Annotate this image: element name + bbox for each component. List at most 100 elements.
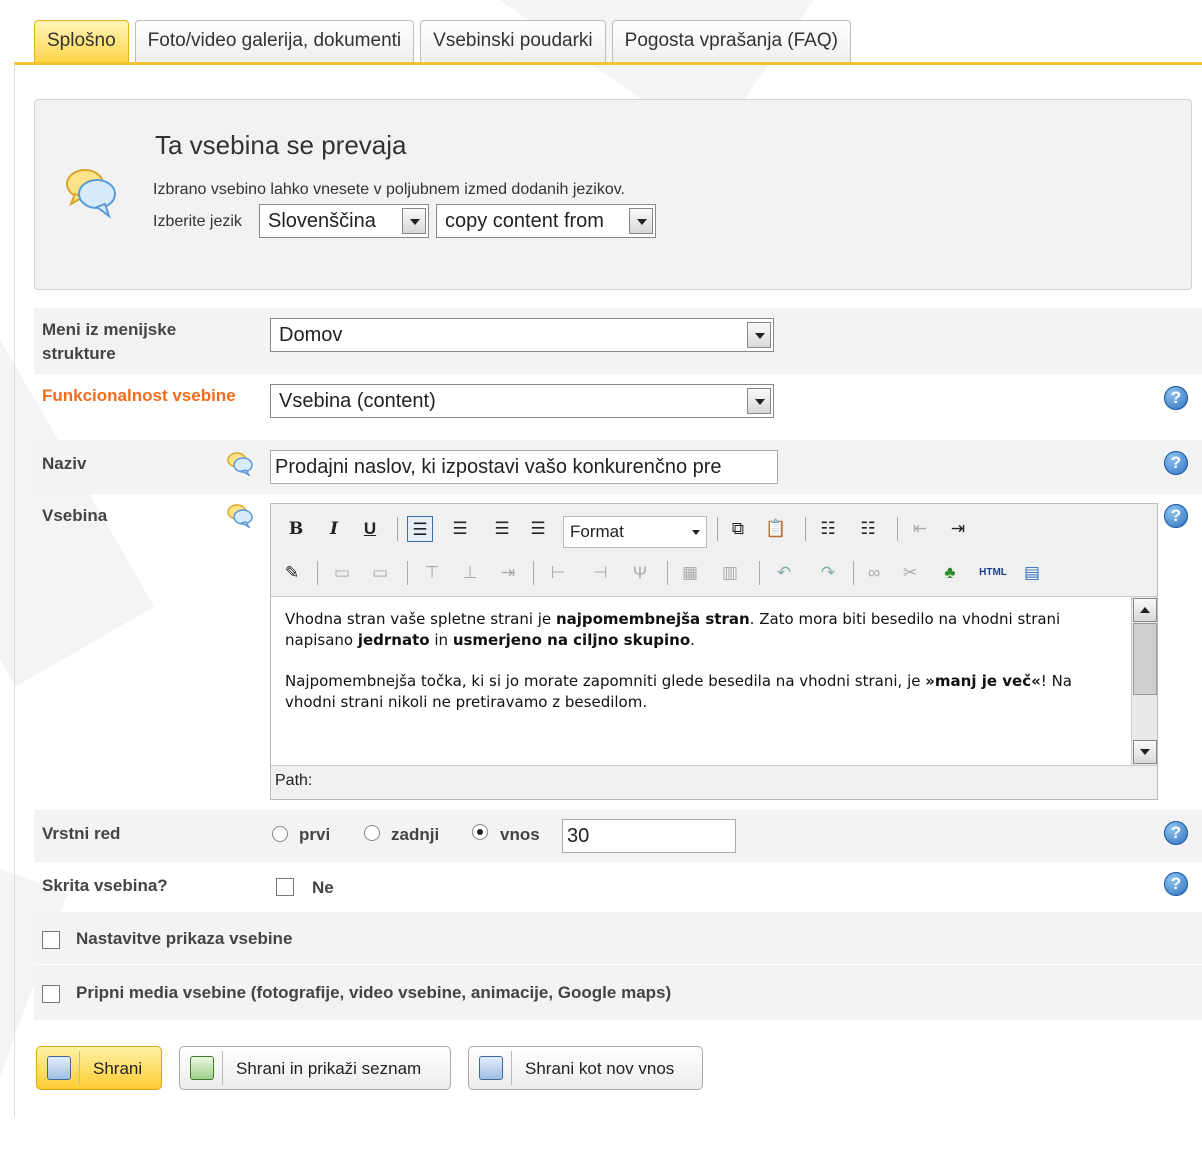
numbered-list-icon[interactable]: ☷ — [855, 516, 881, 542]
split-cells-icon[interactable]: ▦ — [677, 560, 703, 586]
link-icon[interactable]: ∞ — [861, 560, 887, 586]
copy-icon[interactable]: ⧉ — [725, 516, 751, 542]
chevron-down-icon — [747, 322, 771, 348]
insert-row-before-icon[interactable]: ⊤ — [419, 560, 445, 586]
undo-icon[interactable]: ↶ — [771, 560, 797, 586]
format-select[interactable]: Format — [563, 516, 707, 548]
hidden-label: Skrita vsebina? — [42, 876, 168, 895]
attach-media-checkbox[interactable] — [42, 985, 60, 1003]
scroll-up-icon[interactable] — [1133, 598, 1157, 622]
hidden-row: Skrita vsebina? Ne ? — [34, 862, 1202, 912]
bullet-list-icon[interactable]: ☷ — [815, 516, 841, 542]
translate-bubble-icon — [227, 504, 253, 528]
format-select-value: Format — [570, 522, 624, 541]
language-select-value: Slovenščina — [268, 210, 376, 232]
title-input[interactable]: Prodajni naslov, ki izpostavi vašo konku… — [270, 450, 778, 484]
editor-toolbar-2: ✎ ▭ ▭ ⊤ ⊥ ⇥ ⊢ ⊣ Ψ ▦ ▥ ↶ ↷ ∞ ✂ ♣ HTML ▤ — [271, 554, 1157, 594]
chevron-down-icon — [692, 530, 700, 535]
order-last-label: zadnji — [391, 825, 440, 844]
scroll-thumb[interactable] — [1133, 623, 1157, 695]
translation-panel: Ta vsebina se prevaja Izbrano vsebino la… — [34, 99, 1192, 290]
order-entry-label: vnos — [500, 825, 540, 844]
editor-content-area[interactable]: Vhodna stran vaše spletne strani je najp… — [271, 596, 1157, 766]
underline-button[interactable]: U — [357, 516, 383, 542]
outdent-icon[interactable]: ⇤ — [907, 516, 933, 542]
save-as-new-button[interactable]: Shrani kot nov vnos — [468, 1046, 703, 1090]
hidden-option-label: Ne — [312, 878, 334, 897]
content-label: Vsebina — [42, 506, 108, 525]
tab-gallery[interactable]: Foto/video galerija, dokumenti — [134, 20, 415, 62]
order-label: Vrstni red — [42, 824, 121, 843]
help-icon[interactable]: ? — [1164, 451, 1188, 475]
functionality-select[interactable]: Vsebina (content) — [270, 384, 774, 418]
order-first-label: prvi — [299, 825, 331, 844]
align-right-button[interactable]: ☰ — [489, 516, 515, 542]
order-input[interactable]: 30 — [562, 819, 736, 853]
scroll-down-icon[interactable] — [1133, 740, 1157, 764]
save-button[interactable]: Shrani — [36, 1046, 162, 1090]
language-select[interactable]: Slovenščina — [259, 204, 429, 238]
save-and-list-label: Shrani in prikaži seznam — [236, 1059, 422, 1078]
chevron-down-icon — [402, 208, 426, 234]
menu-select-value: Domov — [279, 324, 343, 346]
attach-media-row: Pripni media vsebine (fotografije, video… — [34, 964, 1202, 1020]
menu-label: Meni iz menijske strukture — [42, 320, 177, 363]
copy-content-select[interactable]: copy content from — [436, 204, 656, 238]
functionality-row: Funkcionalnost vsebine Vsebina (content)… — [34, 374, 1202, 440]
order-last-radio[interactable] — [364, 825, 380, 841]
bold-button[interactable]: B — [283, 516, 309, 542]
help-icon[interactable]: ? — [1164, 504, 1188, 528]
align-left-button[interactable]: ☰ — [407, 516, 433, 542]
display-settings-label: Nastavitve prikaza vsebine — [76, 929, 293, 948]
order-entry-radio[interactable] — [472, 824, 488, 840]
paste-text-icon[interactable]: 📋 — [763, 516, 789, 542]
editor-paragraph-1: Vhodna stran vaše spletne strani je najp… — [285, 610, 1061, 649]
align-justify-button[interactable]: ☰ — [525, 516, 551, 542]
indent-icon[interactable]: ⇥ — [945, 516, 971, 542]
floppy-disk-icon — [479, 1056, 503, 1080]
redo-icon[interactable]: ↷ — [815, 560, 841, 586]
merge-cells-icon[interactable]: ▥ — [717, 560, 743, 586]
translate-bubble-icon — [227, 452, 253, 476]
tab-highlights[interactable]: Vsebinski poudarki — [420, 20, 606, 62]
editor-path: Path: — [275, 772, 313, 789]
functionality-select-value: Vsebina (content) — [279, 390, 436, 412]
delete-row-icon[interactable]: ⇥ — [495, 560, 521, 586]
title-label: Naziv — [42, 454, 87, 473]
table-cell-props-icon[interactable]: ▭ — [367, 560, 393, 586]
editor-paragraph-2: Najpomembnejša točka, ki si jo morate za… — [285, 672, 1072, 711]
align-center-button[interactable]: ☰ — [447, 516, 473, 542]
hidden-checkbox[interactable] — [276, 878, 294, 896]
insert-col-before-icon[interactable]: ⊢ — [545, 560, 571, 586]
order-row: Vrstni red prvi zadnji vnos 30 ? — [34, 810, 1202, 862]
title-row: Naziv Prodajni naslov, ki izpostavi vašo… — [34, 440, 1202, 494]
save-and-list-button[interactable]: Shrani in prikaži seznam — [179, 1046, 451, 1090]
help-icon[interactable]: ? — [1164, 872, 1188, 896]
functionality-label: Funkcionalnost vsebine — [42, 386, 236, 405]
menu-row: Meni iz menijske strukture Domov — [34, 308, 1202, 374]
display-settings-checkbox[interactable] — [42, 931, 60, 949]
save-list-icon — [190, 1056, 214, 1080]
rich-text-editor: B I U ☰ ☰ ☰ ☰ Format ⧉ 📋 ☷ ☷ ⇤ ⇥ ✎ ▭ ▭ ⊤… — [270, 503, 1158, 800]
html-source-button[interactable]: HTML — [975, 560, 1011, 586]
edit-icon[interactable]: ✎ — [279, 560, 305, 586]
tab-faq[interactable]: Pogosta vprašanja (FAQ) — [611, 20, 851, 62]
help-icon[interactable]: ? — [1164, 821, 1188, 845]
translation-bubble-icon — [66, 169, 116, 219]
menu-select[interactable]: Domov — [270, 318, 774, 352]
language-label: Izberite jezik — [153, 213, 242, 230]
tab-splosno[interactable]: Splošno — [34, 20, 129, 62]
insert-row-after-icon[interactable]: ⊥ — [457, 560, 483, 586]
image-icon[interactable]: ♣ — [937, 560, 963, 586]
help-icon[interactable]: ? — [1164, 386, 1188, 410]
save-as-new-label: Shrani kot nov vnos — [525, 1059, 675, 1078]
table-row-props-icon[interactable]: ▭ — [329, 560, 355, 586]
fullscreen-icon[interactable]: ▤ — [1019, 560, 1045, 586]
editor-scrollbar[interactable] — [1131, 597, 1157, 765]
display-settings-row: Nastavitve prikaza vsebine — [34, 912, 1202, 964]
insert-col-after-icon[interactable]: ⊣ — [587, 560, 613, 586]
delete-col-icon[interactable]: Ψ — [627, 560, 653, 586]
order-first-radio[interactable] — [272, 826, 288, 842]
unlink-icon[interactable]: ✂ — [897, 560, 923, 586]
italic-button[interactable]: I — [321, 516, 347, 542]
